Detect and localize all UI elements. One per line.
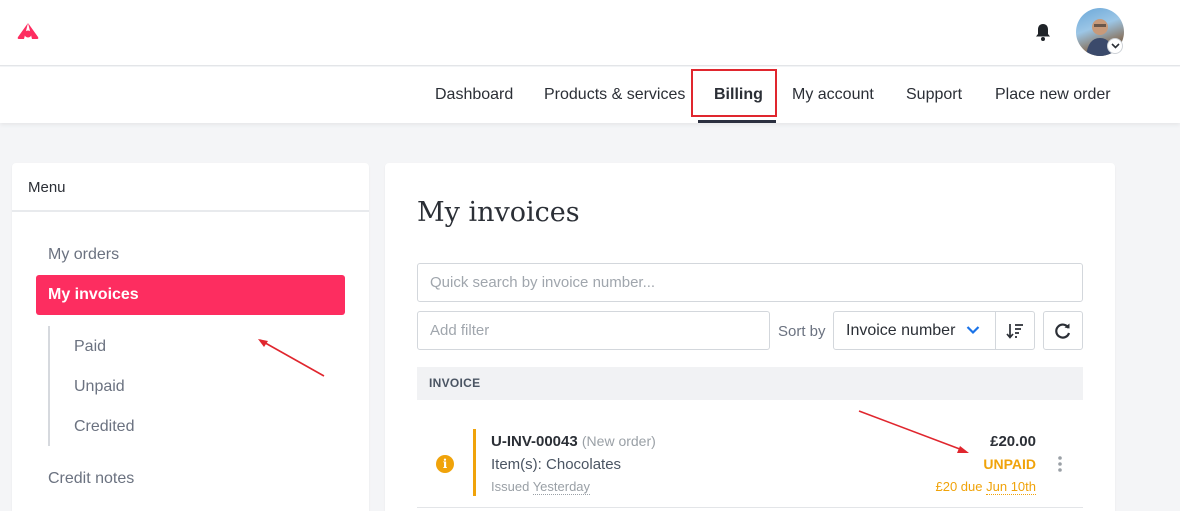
invoice-number[interactable]: U-INV-00043 (New order) — [491, 433, 656, 450]
bell-icon[interactable] — [1034, 22, 1052, 42]
invoice-items: Item(s): Chocolates — [491, 456, 621, 473]
page-title: My invoices — [417, 197, 580, 228]
sort-direction-button[interactable] — [995, 311, 1035, 350]
refresh-button[interactable] — [1043, 311, 1083, 350]
sidebar-item-credit-notes[interactable]: Credit notes — [48, 470, 134, 488]
invoices-panel: My invoices Sort by Invoice number INVOI… — [385, 163, 1115, 511]
brand-logo-icon[interactable] — [16, 22, 40, 40]
nav-support[interactable]: Support — [906, 67, 962, 123]
invoice-issued: Issued Yesterday — [491, 479, 591, 495]
more-options-icon[interactable] — [1057, 455, 1063, 473]
menu-title: Menu — [28, 179, 66, 196]
sidebar-item-my-invoices[interactable]: My invoices — [36, 275, 345, 315]
invoice-due-prefix: £20 due — [935, 479, 983, 494]
sidebar-item-my-orders[interactable]: My orders — [48, 246, 119, 264]
status-bar — [473, 429, 476, 496]
sort-select-value: Invoice number — [846, 322, 956, 339]
invoice-number-text: U-INV-00043 — [491, 433, 578, 450]
sort-select[interactable]: Invoice number — [833, 311, 996, 350]
refresh-icon — [1055, 323, 1071, 339]
invoice-items-prefix: Item(s): — [491, 456, 542, 473]
divider — [12, 210, 369, 212]
invoice-amount: £20.00 — [990, 433, 1036, 450]
nav-products-services[interactable]: Products & services — [544, 67, 685, 123]
table-header: INVOICE — [417, 367, 1083, 400]
sort-by-label: Sort by — [778, 323, 826, 340]
filter-input[interactable] — [417, 311, 770, 350]
sidebar-subitem-credited[interactable]: Credited — [74, 418, 134, 436]
sort-descending-icon — [1006, 323, 1023, 339]
invoice-tag: (New order) — [581, 433, 656, 449]
main-navigation: Dashboard Products & services Billing My… — [0, 67, 1180, 123]
nav-dashboard[interactable]: Dashboard — [435, 67, 513, 123]
chevron-down-icon[interactable] — [1107, 38, 1123, 54]
nav-place-new-order[interactable]: Place new order — [995, 67, 1111, 123]
top-bar — [0, 0, 1180, 66]
invoice-due: £20 due Jun 10th — [935, 479, 1036, 495]
sidebar-menu: Menu My orders My invoices Paid Unpaid C… — [12, 163, 369, 511]
submenu-guide-line — [48, 326, 50, 446]
invoice-issued-date: Yesterday — [532, 479, 591, 495]
nav-my-account[interactable]: My account — [792, 67, 874, 123]
annotation-highlight-box — [691, 69, 777, 117]
invoice-issued-prefix: Issued — [491, 479, 530, 494]
chevron-down-icon — [966, 326, 980, 335]
invoice-due-date: Jun 10th — [986, 479, 1036, 495]
sidebar-subitem-paid[interactable]: Paid — [74, 338, 106, 356]
active-nav-indicator — [698, 120, 776, 123]
search-input[interactable] — [417, 263, 1083, 302]
table-row[interactable]: i U-INV-00043 (New order) Item(s): Choco… — [417, 413, 1083, 508]
info-icon: i — [436, 455, 454, 473]
invoice-items-value: Chocolates — [546, 456, 622, 473]
sidebar-subitem-unpaid[interactable]: Unpaid — [74, 378, 125, 396]
status-badge: UNPAID — [983, 456, 1036, 472]
